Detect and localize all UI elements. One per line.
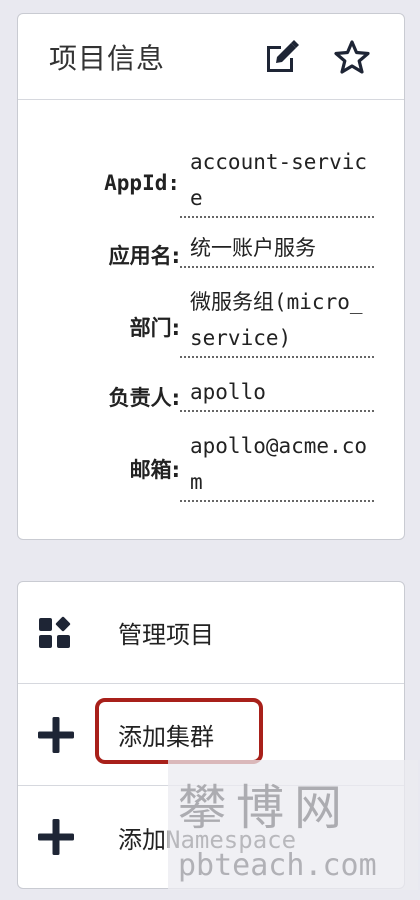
manage-project-label: 管理项目 (118, 621, 214, 649)
manage-grid-icon (38, 615, 74, 651)
manage-project-action[interactable]: 管理项目 (18, 582, 404, 684)
email-label: 邮箱: (129, 458, 180, 482)
project-info-header: 项目信息 (18, 14, 404, 100)
department-value: 微服务组(micro_service) (180, 280, 374, 358)
app-name-value: 统一账户服务 (180, 226, 374, 268)
edit-icon[interactable] (262, 37, 302, 77)
department-label: 部门: (129, 316, 180, 340)
app-name-label: 应用名: (108, 244, 180, 268)
watermark-cn: 攀博网 (178, 780, 353, 836)
appid-value: account-service (180, 140, 374, 218)
project-info-panel: 项目信息 AppId: account-service 应用名: 统一账户服务 … (17, 13, 405, 540)
project-info-title: 项目信息 (49, 41, 166, 75)
email-value: apollo@acme.com (180, 424, 374, 502)
highlight-box (95, 698, 263, 764)
owner-value: apollo (180, 370, 374, 412)
add-namespace-prefix: 添加 (118, 825, 166, 854)
star-icon[interactable] (332, 37, 372, 77)
plus-icon (38, 716, 74, 753)
actions-panel: 管理项目 添加集群 添加Namespace (17, 581, 405, 889)
plus-icon (38, 819, 74, 855)
owner-label: 负责人: (108, 386, 180, 410)
appid-label: AppId: (104, 171, 180, 195)
watermark-en: pbteach.com (178, 848, 377, 883)
